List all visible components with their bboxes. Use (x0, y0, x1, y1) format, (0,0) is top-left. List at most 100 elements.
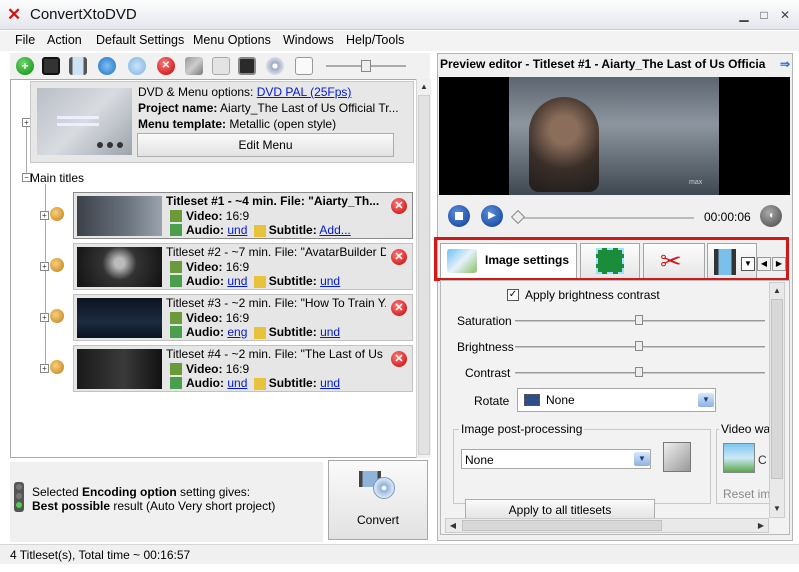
monitor-icon[interactable] (238, 57, 256, 75)
seek-slider[interactable] (514, 217, 694, 219)
move-down-icon[interactable] (98, 57, 116, 75)
menu-template-thumbnail[interactable] (37, 88, 132, 155)
minimize-button[interactable]: ▁ (735, 7, 753, 23)
status-bar: 4 Titleset(s), Total time ~ 00:16:57 (0, 544, 799, 564)
titles-scrollbar[interactable]: ▲ (416, 79, 431, 458)
subtitle-link[interactable]: und (320, 325, 340, 339)
film-icon[interactable] (69, 57, 87, 75)
titleset-item[interactable]: Titleset #1 - ~4 min. File: "Aiarty_Th..… (73, 192, 413, 239)
maximize-button[interactable]: □ (755, 7, 773, 23)
scroll-right-icon[interactable]: ▶ (754, 519, 768, 533)
subtitle-icon (253, 377, 266, 390)
scroll-up-icon[interactable]: ▲ (417, 80, 431, 94)
audio-link[interactable]: und (227, 376, 247, 390)
subtitle-link[interactable]: und (320, 376, 340, 390)
volume-icon[interactable]: ◖ (760, 205, 782, 227)
expand-titleset-toggle[interactable]: + (40, 313, 49, 322)
video-aspect: 16:9 (225, 362, 250, 376)
delete-icon[interactable]: ✕ (157, 57, 175, 75)
status-text: 4 Titleset(s), Total time ~ 00:16:57 (10, 548, 191, 562)
stop-icon[interactable] (448, 205, 470, 227)
menu-action[interactable]: Action (47, 33, 82, 47)
expand-titleset-toggle[interactable]: + (40, 262, 49, 271)
contrast-knob[interactable] (635, 367, 643, 377)
post-processing-dropdown[interactable]: None ▼ (461, 449, 651, 469)
save-icon[interactable] (42, 57, 60, 75)
tools-icon[interactable] (185, 57, 203, 75)
settings-vscrollbar[interactable]: ▲ ▼ (769, 282, 785, 518)
edit-menu-button[interactable]: Edit Menu (137, 133, 394, 157)
scroll-up-icon[interactable]: ▲ (770, 284, 784, 298)
brightness-knob[interactable] (635, 341, 643, 351)
subtitle-link[interactable]: Add... (319, 223, 350, 237)
audio-link[interactable]: und (227, 223, 247, 237)
titleset-item[interactable]: Titleset #2 - ~7 min. File: "AvatarBuild… (73, 243, 413, 290)
zoom-slider-knob[interactable] (361, 60, 371, 72)
titleset-item[interactable]: Titleset #3 - ~2 min. File: "How To Trai… (73, 294, 413, 341)
menu-windows[interactable]: Windows (283, 33, 334, 47)
titleset-person-icon (50, 309, 64, 323)
scroll-thumb[interactable] (418, 95, 430, 455)
video-preview: max (439, 77, 790, 195)
encoding-quality-text: result (Auto Very short project) (110, 499, 276, 513)
menu-default-settings[interactable]: Default Settings (96, 33, 184, 47)
arrow-right-icon[interactable]: ⇒ (780, 57, 790, 71)
expand-titleset-toggle[interactable]: + (40, 211, 49, 220)
tab-cut[interactable]: ✂ (643, 243, 705, 278)
scroll-left-icon[interactable]: ◀ (446, 519, 460, 533)
monitor-icon (524, 394, 540, 406)
tab-dropdown-icon[interactable]: ▼ (741, 257, 755, 271)
disc-icon[interactable] (266, 57, 284, 75)
reset-image-button[interactable]: Reset ima (723, 487, 773, 501)
tab-image-settings[interactable]: Image settings (440, 243, 577, 278)
subtitle-link[interactable]: und (320, 274, 340, 288)
settings-hscrollbar[interactable]: ◀ ▶ (445, 518, 769, 533)
copy-settings-icon[interactable] (663, 442, 691, 472)
tab-scroll-left-icon[interactable]: ◀ (757, 257, 771, 271)
titleset-item[interactable]: Titleset #4 - ~2 min. File: "The Last of… (73, 345, 413, 392)
playback-time: 00:00:06 (704, 210, 751, 224)
convert-button[interactable]: Convert (328, 460, 428, 540)
menu-help-tools[interactable]: Help/Tools (346, 33, 404, 47)
audio-link[interactable]: und (227, 274, 247, 288)
menu-template-value: Metallic (open style) (229, 117, 337, 131)
brightness-contrast-label: Apply brightness contrast (525, 288, 660, 302)
play-icon[interactable]: ▶ (481, 205, 503, 227)
delete-titleset-icon[interactable]: ✕ (391, 198, 407, 214)
document-icon[interactable] (295, 57, 313, 75)
tab-crop[interactable] (580, 243, 640, 278)
expand-titleset-toggle[interactable]: + (40, 364, 49, 373)
main-titles-label: Main titles (30, 171, 85, 185)
scroll-down-icon[interactable]: ▼ (770, 502, 784, 516)
video-aspect: 16:9 (225, 209, 250, 223)
titleset-person-icon (50, 207, 64, 221)
crop-frame-icon (596, 248, 624, 274)
menu-file[interactable]: File (15, 33, 35, 47)
subtitle-label: Subtitle: (268, 223, 317, 237)
delete-titleset-icon[interactable]: ✕ (391, 249, 407, 265)
watermark-image-icon[interactable] (723, 443, 755, 473)
saturation-knob[interactable] (635, 315, 643, 325)
menu-menu-options[interactable]: Menu Options (193, 33, 271, 47)
dvd-options-link[interactable]: DVD PAL (25Fps) (257, 85, 352, 99)
brightness-contrast-checkbox[interactable]: ✓ (507, 289, 519, 301)
vscroll-thumb[interactable] (771, 299, 783, 479)
tab-scroll-right-icon[interactable]: ▶ (772, 257, 786, 271)
audio-link[interactable]: eng (227, 325, 247, 339)
subtitle-icon (253, 224, 266, 237)
hscroll-thumb[interactable] (462, 520, 662, 531)
close-button[interactable]: ✕ (776, 7, 794, 23)
convert-icon (359, 469, 399, 499)
seek-knob[interactable] (510, 209, 525, 225)
add-icon[interactable]: + (16, 57, 34, 75)
rotate-dropdown[interactable]: None ▼ (517, 388, 716, 412)
window-title: ConvertXtoDVD (30, 6, 137, 23)
video-icon (170, 210, 182, 222)
move-up-icon[interactable] (128, 57, 146, 75)
delete-titleset-icon[interactable]: ✕ (391, 351, 407, 367)
delete-titleset-icon[interactable]: ✕ (391, 300, 407, 316)
image-settings-panel: ✓ Apply brightness contrast Saturation B… (440, 280, 790, 535)
chapters-icon[interactable] (212, 57, 230, 75)
rotate-label: Rotate (474, 394, 510, 408)
playback-controls: ▶ 00:00:06 ◖ (439, 198, 790, 236)
